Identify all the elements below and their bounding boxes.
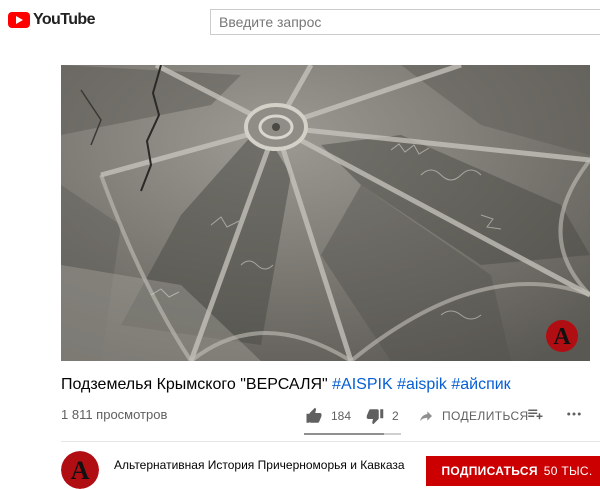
logo-text: YouTube xyxy=(33,11,95,28)
more-actions-button[interactable] xyxy=(565,405,583,428)
view-count: 1 811 просмотров xyxy=(61,407,168,422)
hashtag-link[interactable]: #AISPIK xyxy=(332,376,392,393)
channel-avatar[interactable]: A xyxy=(61,451,99,489)
video-title: Подземелья Крымского "ВЕРСАЛЯ" #AISPIK #… xyxy=(61,376,511,394)
subscriber-count: 50 ТЫС. xyxy=(543,464,593,478)
playlist-add-icon xyxy=(528,409,543,420)
like-count: 184 xyxy=(331,409,352,423)
video-title-text: Подземелья Крымского "ВЕРСАЛЯ" xyxy=(61,376,328,393)
svg-text:A: A xyxy=(71,456,90,485)
svg-text:A: A xyxy=(553,324,571,350)
dislike-count: 2 xyxy=(392,409,399,423)
like-ratio-fill xyxy=(304,433,384,435)
divider xyxy=(61,441,600,442)
like-ratio-bar xyxy=(304,433,401,435)
like-button[interactable]: 184 xyxy=(305,405,351,427)
video-player[interactable]: A xyxy=(61,65,590,361)
more-horizontal-icon xyxy=(567,412,581,416)
youtube-logo[interactable]: YouTube xyxy=(8,11,95,29)
avatar-image: A xyxy=(61,451,99,489)
thumbs-up-icon xyxy=(306,407,322,423)
search-input[interactable] xyxy=(211,10,600,34)
dislike-button[interactable]: 2 xyxy=(366,405,399,427)
share-arrow-icon xyxy=(420,411,432,422)
subscribe-label: ПОДПИСАТЬСЯ xyxy=(441,464,538,478)
hashtag-link[interactable]: #айспик xyxy=(451,376,510,393)
video-frame xyxy=(61,65,590,361)
save-to-playlist-button[interactable] xyxy=(526,405,544,428)
hashtag-link[interactable]: #aispik xyxy=(397,376,447,393)
search-box[interactable] xyxy=(210,9,600,35)
channel-watermark-icon: A xyxy=(546,320,578,352)
thumbs-down-icon xyxy=(366,409,384,425)
top-bar: YouTube xyxy=(0,0,600,44)
channel-name[interactable]: Альтернативная История Причерноморья и К… xyxy=(114,458,405,472)
share-button[interactable]: ПОДЕЛИТЬСЯ xyxy=(418,405,529,427)
share-label: ПОДЕЛИТЬСЯ xyxy=(442,409,529,423)
play-logo-icon xyxy=(8,12,30,28)
